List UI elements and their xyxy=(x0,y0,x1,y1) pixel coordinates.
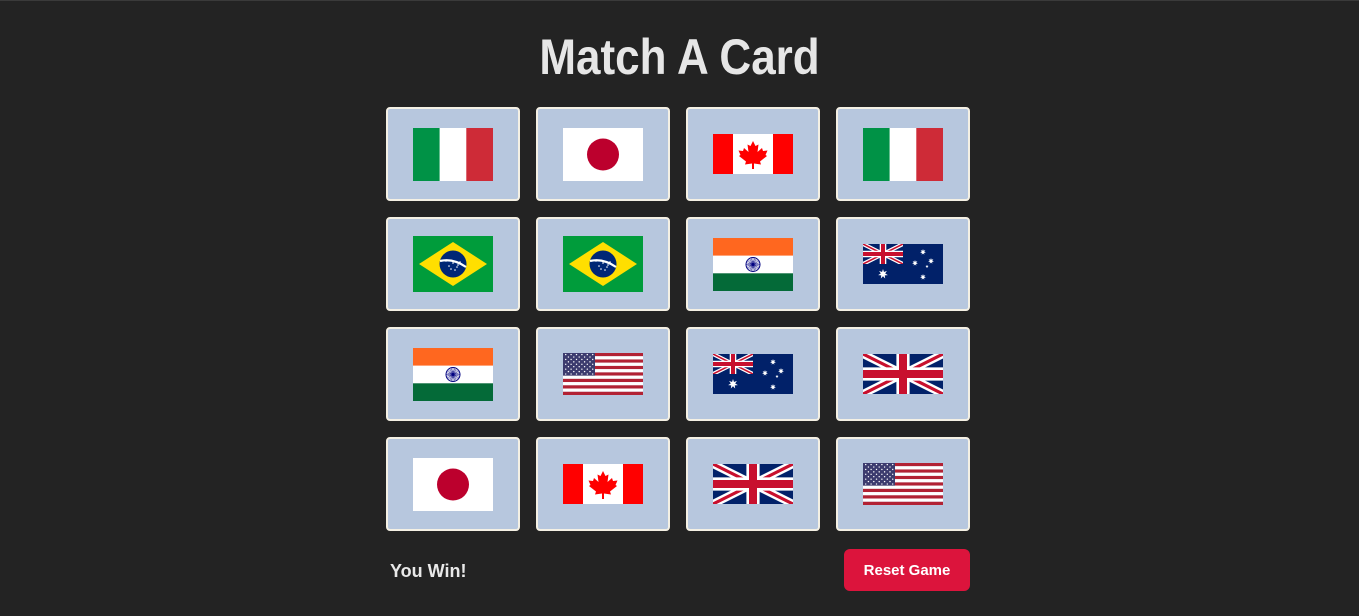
card-4[interactable] xyxy=(836,107,970,201)
card-6[interactable] xyxy=(536,217,670,311)
canada-flag-icon xyxy=(713,134,793,174)
india-flag-icon xyxy=(413,347,493,401)
card-11[interactable] xyxy=(686,327,820,421)
japan-flag-icon xyxy=(413,457,493,511)
italy-flag-icon xyxy=(863,127,943,181)
card-1[interactable] xyxy=(386,107,520,201)
brazil-flag-icon xyxy=(563,236,643,292)
card-15[interactable] xyxy=(686,437,820,531)
card-7[interactable] xyxy=(686,217,820,311)
usa-flag-icon xyxy=(863,463,943,505)
canada-flag-icon xyxy=(563,464,643,504)
card-3[interactable] xyxy=(686,107,820,201)
brazil-flag-icon xyxy=(413,236,493,292)
card-10[interactable] xyxy=(536,327,670,421)
card-2[interactable] xyxy=(536,107,670,201)
uk-flag-icon xyxy=(863,354,943,394)
card-12[interactable] xyxy=(836,327,970,421)
reset-game-button[interactable]: Reset Game xyxy=(844,549,970,591)
australia-flag-icon xyxy=(863,244,943,284)
card-5[interactable] xyxy=(386,217,520,311)
card-16[interactable] xyxy=(836,437,970,531)
italy-flag-icon xyxy=(413,127,493,181)
india-flag-icon xyxy=(713,237,793,291)
status-message: You Win! xyxy=(390,561,467,581)
australia-flag-icon xyxy=(713,354,793,394)
uk-flag-icon xyxy=(713,464,793,504)
usa-flag-icon xyxy=(563,353,643,395)
card-14[interactable] xyxy=(536,437,670,531)
card-8[interactable] xyxy=(836,217,970,311)
page-title: Match A Card xyxy=(539,29,820,85)
card-13[interactable] xyxy=(386,437,520,531)
japan-flag-icon xyxy=(563,127,643,181)
card-9[interactable] xyxy=(386,327,520,421)
card-grid xyxy=(386,107,970,531)
